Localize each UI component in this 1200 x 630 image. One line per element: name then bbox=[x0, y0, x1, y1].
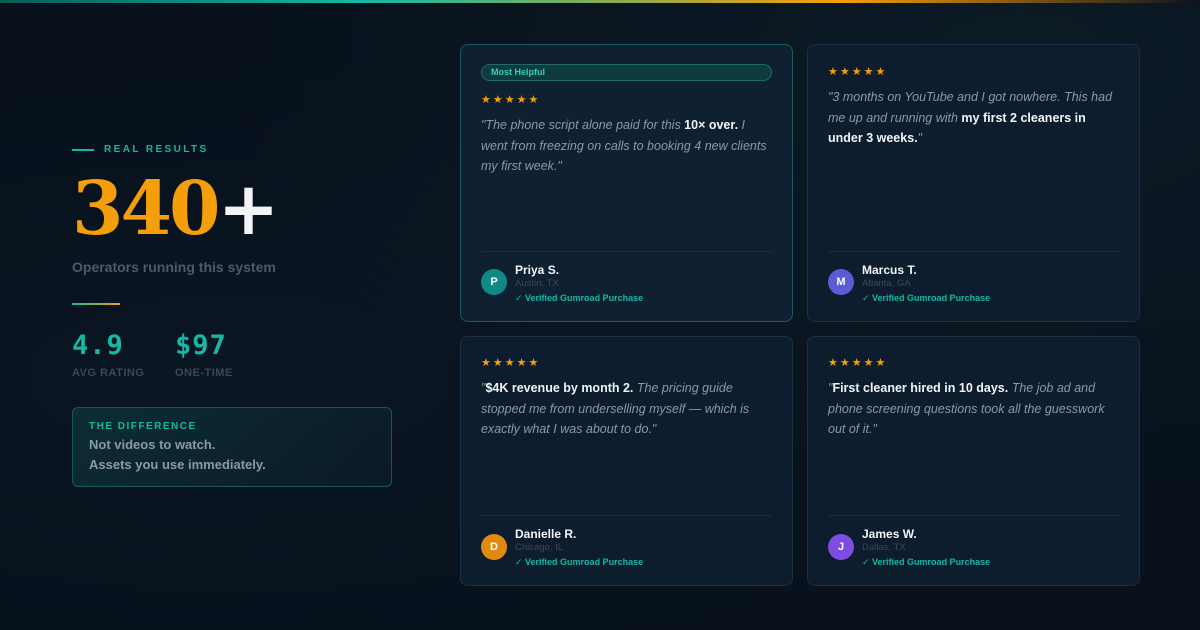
author-name: Priya S. bbox=[515, 263, 560, 277]
difference-line-2: Assets you use immediately. bbox=[89, 457, 266, 472]
verified-purchase: ✓ Verified Gumroad Purchase bbox=[515, 557, 644, 567]
star-rating: ★★★★★ bbox=[481, 357, 541, 369]
top-gradient-bar bbox=[0, 0, 1200, 3]
card-divider bbox=[481, 515, 772, 516]
operator-count: 340+ bbox=[72, 172, 279, 246]
avatar: P bbox=[481, 269, 507, 295]
author: James W. Dallas, TX ✓ Verified Gumroad P… bbox=[862, 527, 990, 569]
star-rating: ★★★★★ bbox=[481, 94, 541, 106]
testimonial-card-priya: Most Helpful ★★★★★ "The phone script alo… bbox=[460, 44, 793, 322]
card-divider bbox=[828, 251, 1119, 252]
hero-subtitle: Operators running this system bbox=[72, 259, 276, 275]
quote-highlight: $4K revenue by month 2. bbox=[485, 381, 634, 395]
operator-count-number: 340 bbox=[72, 166, 220, 252]
stat-price-label: ONE-TIME bbox=[175, 367, 233, 379]
avatar: M bbox=[828, 269, 854, 295]
eyebrow-line bbox=[72, 148, 94, 151]
author: Priya S. Austin, TX ✓ Verified Gumroad P… bbox=[515, 263, 643, 305]
difference-title: THE DIFFERENCE bbox=[89, 421, 197, 432]
verified-purchase: ✓ Verified Gumroad Purchase bbox=[862, 557, 991, 567]
author-name: Danielle R. bbox=[515, 527, 577, 541]
author: Marcus T. Atlanta, GA ✓ Verified Gumroad… bbox=[862, 263, 990, 305]
stat-rating-label: AVG RATING bbox=[72, 367, 145, 379]
hero-divider bbox=[72, 303, 120, 305]
author-name: James W. bbox=[862, 527, 917, 541]
author-location: Chicago, IL bbox=[515, 542, 564, 553]
author-name: Marcus T. bbox=[862, 263, 917, 277]
author-location: Dallas, TX bbox=[862, 542, 906, 553]
quote-highlight: 10× over. bbox=[684, 118, 739, 132]
quote-text: " bbox=[917, 131, 923, 145]
most-helpful-badge: Most Helpful bbox=[481, 64, 772, 81]
star-rating: ★★★★★ bbox=[828, 66, 888, 78]
testimonial-card-danielle: ★★★★★ "$4K revenue by month 2. The prici… bbox=[460, 336, 793, 586]
testimonial-quote: "$4K revenue by month 2. The pricing gui… bbox=[481, 378, 774, 440]
avatar: D bbox=[481, 534, 507, 560]
quote-text: "The phone script alone paid for this bbox=[481, 118, 685, 132]
difference-line-1: Not videos to watch. bbox=[89, 437, 216, 452]
difference-callout: THE DIFFERENCE Not videos to watch. Asse… bbox=[72, 407, 392, 487]
eyebrow: REAL RESULTS bbox=[72, 144, 209, 155]
testimonial-card-marcus: ★★★★★ "3 months on YouTube and I got now… bbox=[807, 44, 1140, 322]
testimonial-card-james: ★★★★★ "First cleaner hired in 10 days. T… bbox=[807, 336, 1140, 586]
verified-purchase: ✓ Verified Gumroad Purchase bbox=[862, 293, 991, 303]
testimonial-quote: "First cleaner hired in 10 days. The job… bbox=[828, 378, 1121, 440]
eyebrow-label: REAL RESULTS bbox=[104, 144, 209, 155]
avatar: J bbox=[828, 534, 854, 560]
testimonial-quote: "3 months on YouTube and I got nowhere. … bbox=[828, 87, 1121, 149]
quote-highlight: First cleaner hired in 10 days. bbox=[832, 381, 1009, 395]
stat-price-value: $97 bbox=[175, 330, 227, 361]
card-divider bbox=[828, 515, 1119, 516]
card-divider bbox=[481, 251, 772, 252]
verified-purchase: ✓ Verified Gumroad Purchase bbox=[515, 293, 644, 303]
author: Danielle R. Chicago, IL ✓ Verified Gumro… bbox=[515, 527, 643, 569]
stat-rating: 4.9 AVG RATING bbox=[72, 332, 144, 379]
author-location: Austin, TX bbox=[515, 278, 559, 289]
stat-price: $97 ONE-TIME bbox=[175, 332, 233, 379]
star-rating: ★★★★★ bbox=[828, 357, 888, 369]
stat-rating-value: 4.9 bbox=[72, 330, 124, 361]
operator-count-plus: + bbox=[217, 166, 279, 252]
author-location: Atlanta, GA bbox=[862, 278, 911, 289]
testimonial-quote: "The phone script alone paid for this 10… bbox=[481, 115, 774, 177]
